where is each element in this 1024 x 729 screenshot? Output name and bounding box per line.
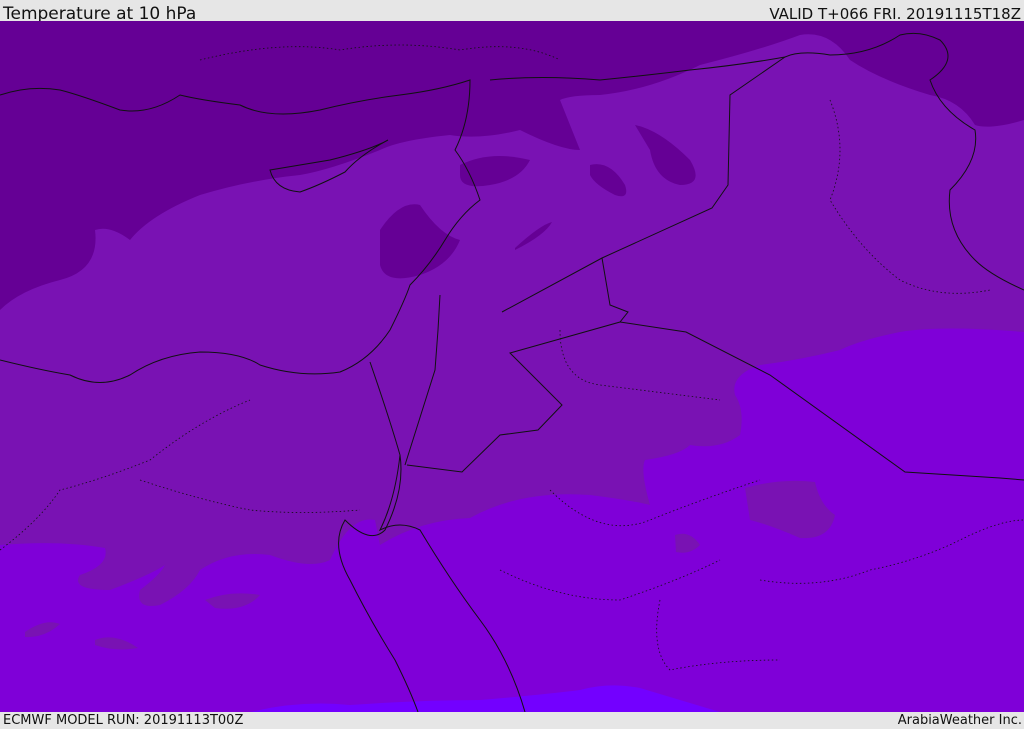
credit: ArabiaWeather Inc.: [897, 713, 1022, 728]
temperature-map: [0, 21, 1024, 712]
model-run: ECMWF MODEL RUN: 20191113T00Z: [3, 713, 244, 728]
header-bar: Temperature at 10 hPa VALID T+066 FRI. 2…: [0, 0, 1024, 24]
footer-bar: ECMWF MODEL RUN: 20191113T00Z ArabiaWeat…: [0, 712, 1024, 729]
